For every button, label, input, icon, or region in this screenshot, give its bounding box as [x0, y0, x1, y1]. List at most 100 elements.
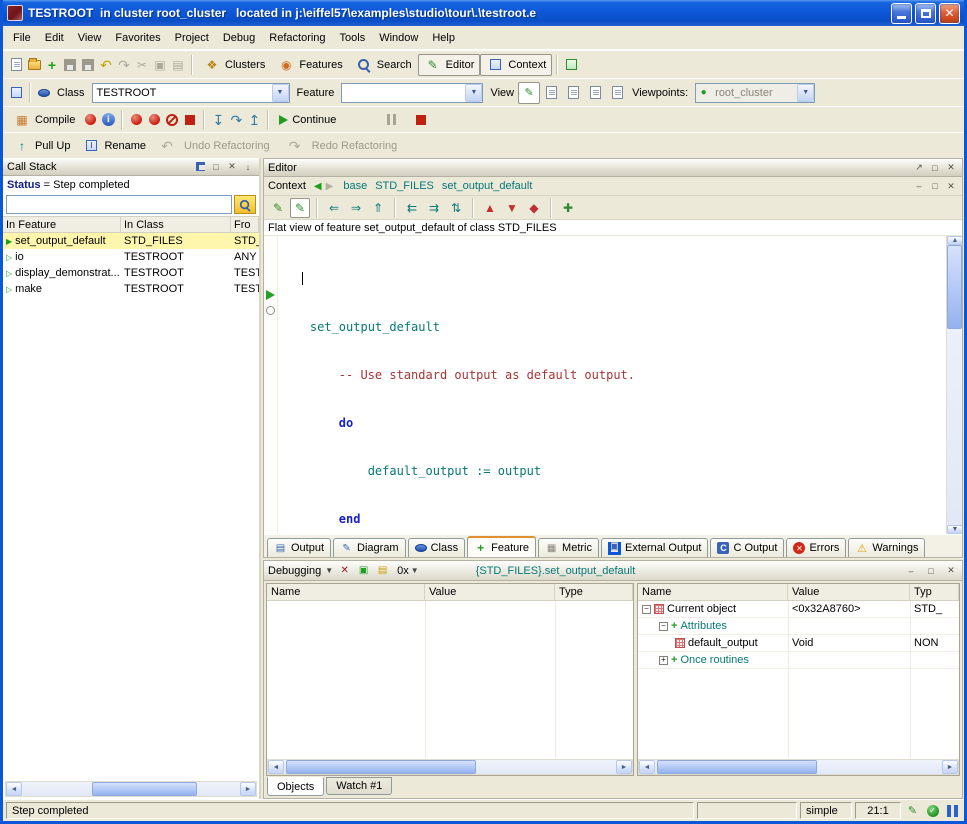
maximize-button[interactable] [915, 3, 936, 24]
watch-column-type[interactable]: Type [555, 584, 633, 600]
ancestor-versions-icon[interactable]: ▲ [480, 198, 500, 218]
rename-button[interactable]: I Rename [76, 135, 152, 157]
menu-window[interactable]: Window [372, 28, 425, 48]
column-in-feature[interactable]: In Feature [3, 217, 121, 232]
features-button[interactable]: ◉ Features [271, 54, 348, 76]
scroll-left-icon[interactable]: ◄ [6, 782, 22, 796]
paste-icon[interactable]: ▤ [169, 56, 187, 74]
call-stack-hscrollbar[interactable]: ◄ ► [5, 781, 257, 797]
add-class-icon[interactable]: + [43, 56, 61, 74]
view-interface-icon[interactable] [606, 82, 628, 104]
class-combobox[interactable]: TESTROOT ▼ [92, 83, 290, 103]
stop-icon[interactable] [412, 111, 430, 129]
project-info-icon[interactable]: i [99, 111, 117, 129]
open-document-icon[interactable] [25, 56, 43, 74]
stack-search-button[interactable] [234, 195, 256, 214]
undo-refactoring-button[interactable]: ↶ Undo Refactoring [152, 135, 280, 157]
pull-up-button[interactable]: ↑ Pull Up [7, 135, 76, 157]
viewpoints-combobox-dropdown-icon[interactable]: ▼ [797, 84, 814, 102]
viewpoints-combobox[interactable]: ● root_cluster ▼ [695, 83, 815, 103]
close-panel-icon[interactable]: ✕ [225, 160, 239, 173]
call-stack-row[interactable]: ▷make TESTROOT TEST [3, 281, 259, 297]
editor-vscrollbar[interactable]: ▲ ▼ [946, 236, 962, 534]
collapse-icon[interactable]: − [642, 605, 651, 614]
tab-c-output[interactable]: CC Output [710, 538, 784, 557]
hex-format-toggle[interactable]: 0x ▼ [394, 564, 422, 578]
editor-toggle-button[interactable]: ✎ Editor [418, 54, 481, 76]
tab-objects[interactable]: Objects [267, 777, 324, 796]
menu-file[interactable]: File [6, 28, 38, 48]
assignees-icon[interactable]: ⇉ [424, 198, 444, 218]
new-document-icon[interactable] [7, 56, 25, 74]
scrollbar-track[interactable] [947, 245, 962, 525]
context-toggle-button[interactable]: Context [480, 54, 552, 76]
open-in-new-editor-icon[interactable]: ✎ [290, 198, 310, 218]
code-text[interactable]: set_output_default -- Use standard outpu… [281, 239, 944, 534]
debug-menu-arrow-icon[interactable]: ▼ [325, 566, 333, 575]
scroll-right-icon[interactable]: ► [942, 760, 958, 774]
menu-project[interactable]: Project [168, 28, 216, 48]
clusters-button[interactable]: ❖ Clusters [197, 54, 271, 76]
callers-icon[interactable]: ⇐ [324, 198, 344, 218]
history-forward-icon[interactable]: ▶ [326, 181, 334, 192]
maximize-context-icon[interactable]: □ [928, 180, 942, 193]
watch-hscrollbar[interactable]: ◄ ► [267, 759, 633, 775]
dock-panel-icon[interactable]: ↓ [241, 160, 255, 173]
continue-button[interactable]: Continue [273, 109, 342, 131]
menu-favorites[interactable]: Favorites [108, 28, 167, 48]
new-tab-icon[interactable] [7, 84, 25, 102]
scroll-up-icon[interactable]: ▲ [947, 236, 962, 245]
run-icon[interactable] [127, 111, 145, 129]
menu-tools[interactable]: Tools [333, 28, 373, 48]
scroll-down-icon[interactable]: ▼ [947, 525, 962, 534]
callees-icon[interactable]: ⇒ [346, 198, 366, 218]
menu-view[interactable]: View [71, 28, 109, 48]
expression-note-icon[interactable]: ▤ [375, 563, 390, 578]
remove-object-icon[interactable]: ✕ [337, 563, 352, 578]
scrollbar-thumb[interactable] [657, 760, 817, 774]
objects-table[interactable]: Name Value Typ − Current object <0x32A87… [637, 583, 960, 776]
watch-column-name[interactable]: Name [267, 584, 425, 600]
descendant-versions-icon[interactable]: ▼ [502, 198, 522, 218]
disable-breakpoints-icon[interactable] [163, 111, 181, 129]
close-button[interactable]: ✕ [939, 3, 960, 24]
copy-icon[interactable]: ▣ [151, 56, 169, 74]
maximize-debug-icon[interactable]: □ [924, 564, 938, 577]
close-context-icon[interactable]: ✕ [944, 180, 958, 193]
call-stack-filter-input[interactable] [6, 195, 232, 214]
feature-combobox-dropdown-icon[interactable]: ▼ [465, 84, 482, 102]
maximize-panel-icon[interactable]: □ [209, 160, 223, 173]
title-bar[interactable]: TESTROOT in cluster root_cluster located… [3, 0, 964, 26]
tab-warnings[interactable]: ⚠Warnings [848, 538, 925, 557]
redo-icon[interactable]: ↷ [115, 56, 133, 74]
step-over-icon[interactable]: ↷ [227, 111, 245, 129]
scrollbar-track[interactable] [22, 782, 240, 796]
compile-button[interactable]: ▦ Compile [7, 109, 81, 131]
implementers-icon[interactable]: ◆ [524, 198, 544, 218]
scrollbar-thumb[interactable] [92, 782, 197, 796]
menu-edit[interactable]: Edit [38, 28, 71, 48]
debugging-header[interactable]: Debugging ▼ ✕ ▣ ▤ 0x ▼ {STD_FILES}.set_o… [264, 561, 962, 581]
objects-column-name[interactable]: Name [638, 584, 788, 600]
scroll-left-icon[interactable]: ◄ [268, 760, 284, 774]
history-back-icon[interactable]: ◀ [314, 181, 322, 192]
sync-context-icon[interactable]: ▣ [356, 563, 371, 578]
column-from[interactable]: Fro [231, 217, 259, 232]
expand-icon[interactable]: + [659, 656, 668, 665]
scroll-right-icon[interactable]: ► [616, 760, 632, 774]
scrollbar-thumb[interactable] [286, 760, 476, 774]
tab-output[interactable]: ▤Output [267, 538, 331, 557]
objects-column-type[interactable]: Typ [910, 584, 959, 600]
cut-icon[interactable]: ✂ [133, 56, 151, 74]
step-out-icon[interactable]: ↥ [245, 111, 263, 129]
objects-column-value[interactable]: Value [788, 584, 910, 600]
edit-feature-icon[interactable]: ✎ [268, 198, 288, 218]
redo-refactoring-button[interactable]: ↷ Redo Refactoring [280, 135, 408, 157]
tab-watch-1[interactable]: Watch #1 [326, 777, 392, 795]
maximize-editor-icon[interactable]: □ [928, 161, 942, 174]
view-basic-icon[interactable]: ✎ [518, 82, 540, 104]
call-stack-header[interactable]: Call Stack □ ✕ ↓ [3, 158, 259, 176]
editor-header[interactable]: Editor ↗ □ ✕ [264, 159, 962, 177]
close-editor-icon[interactable]: ✕ [944, 161, 958, 174]
close-debug-icon[interactable]: ✕ [944, 564, 958, 577]
